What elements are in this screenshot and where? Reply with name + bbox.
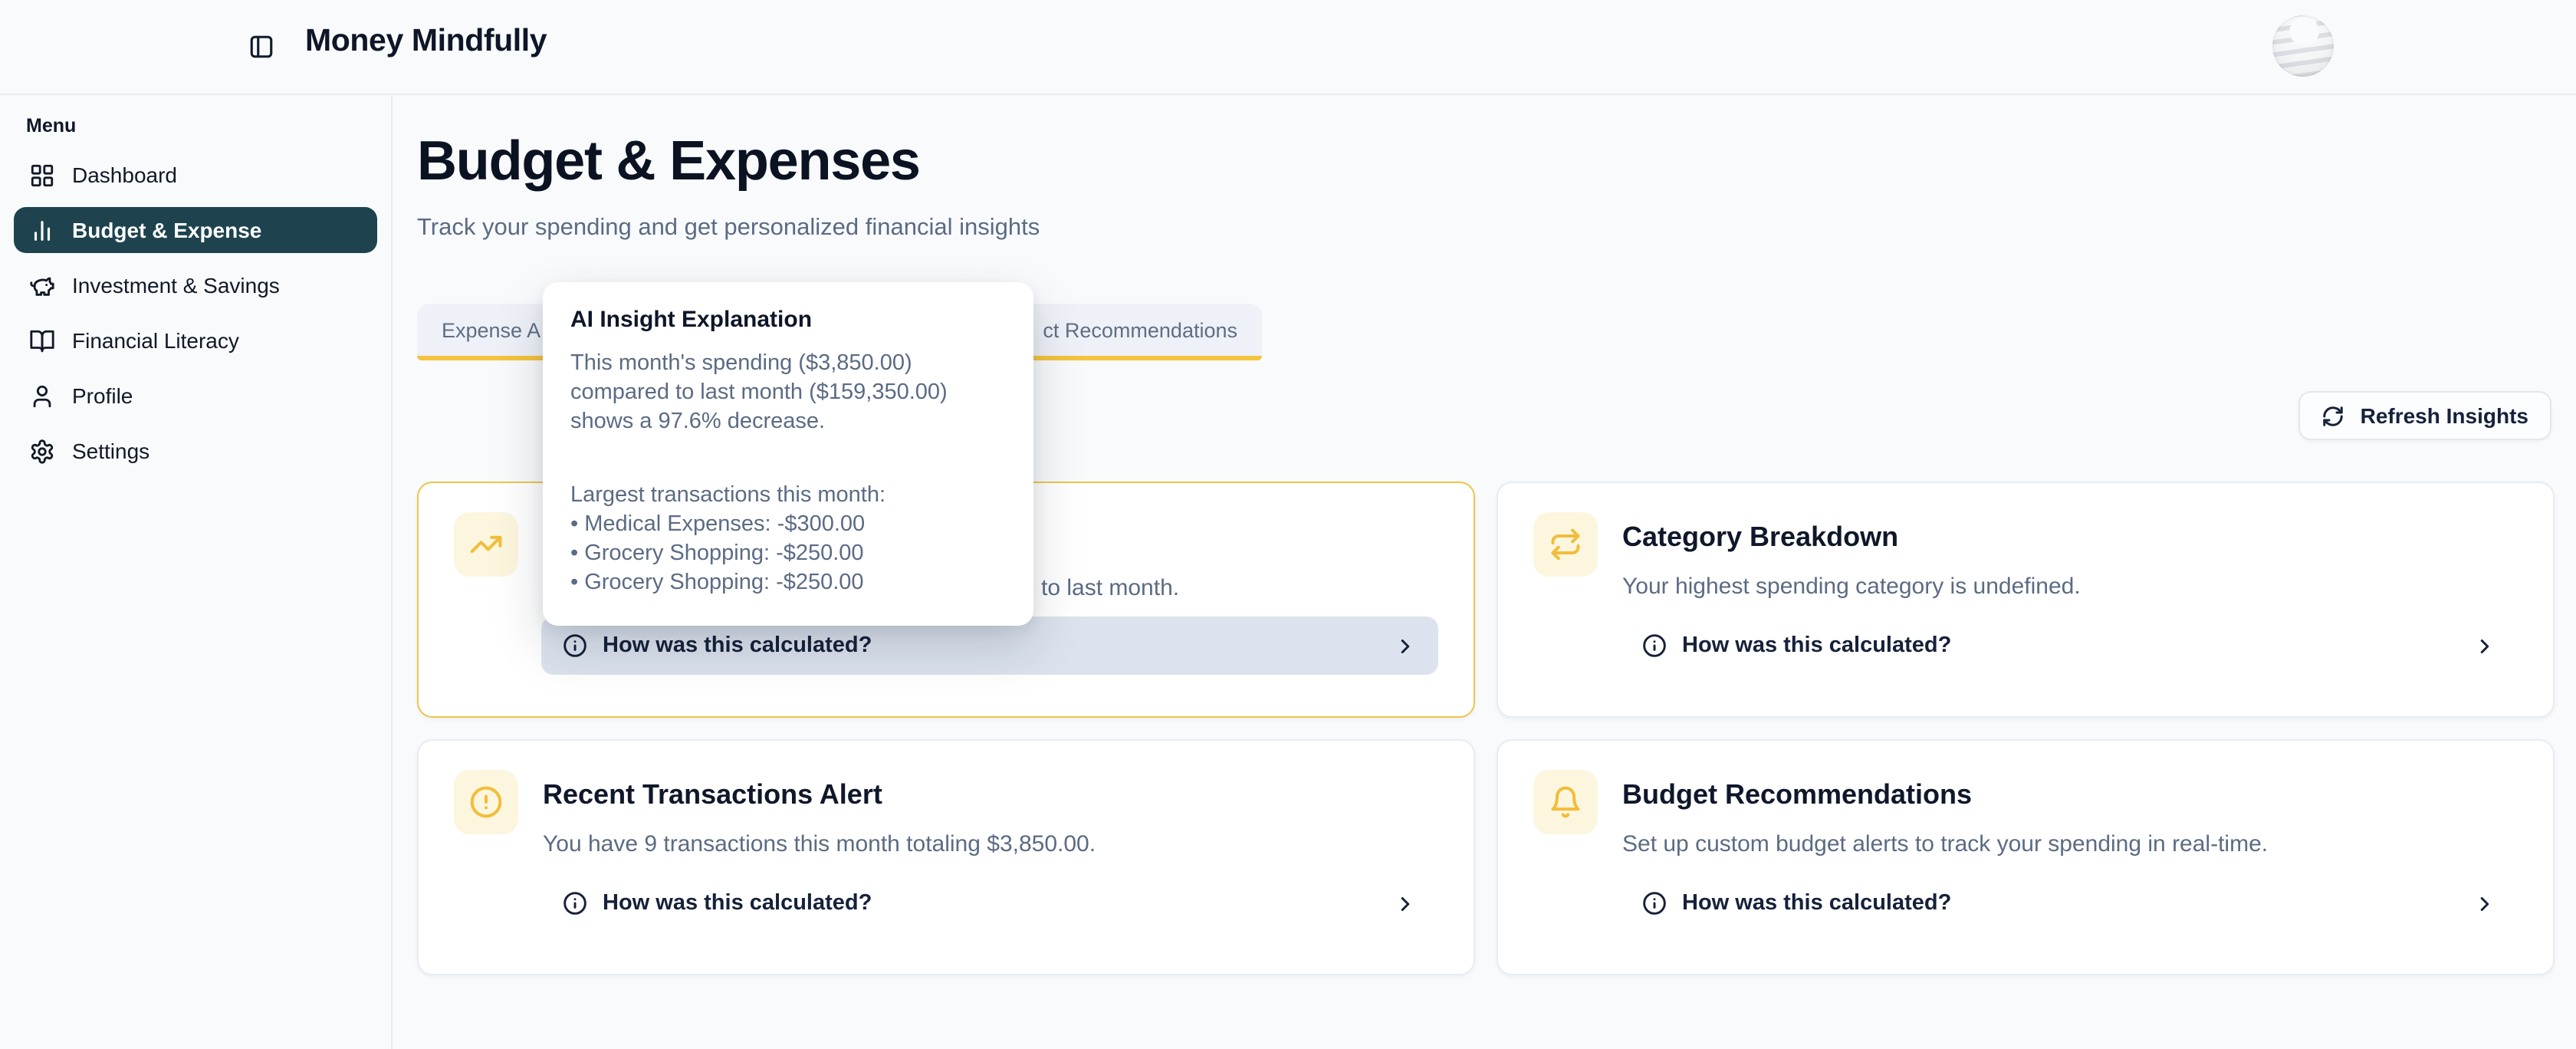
popover-list-item: • Grocery Shopping: -$250.00 (570, 569, 1006, 598)
tab-recommendations[interactable]: ct Recommendations (1043, 318, 1237, 341)
chevron-right-icon (1394, 634, 1417, 657)
ai-insight-popover: AI Insight Explanation This month's spen… (543, 282, 1033, 626)
sidebar-item-settings[interactable]: Settings (14, 428, 377, 474)
alert-circle-icon (454, 770, 518, 834)
piggy-bank-icon (29, 272, 55, 298)
how-calculated-link[interactable]: How was this calculated? (1621, 874, 2518, 932)
sidebar-item-label: Dashboard (72, 163, 177, 187)
chevron-right-icon (2473, 892, 2496, 915)
sidebar-item-budget-expense[interactable]: Budget & Expense (14, 207, 377, 253)
card-title: Budget Recommendations (1622, 779, 1972, 811)
popover-transactions: Largest transactions this month: • Medic… (570, 482, 1006, 598)
popover-list-item: • Medical Expenses: -$300.00 (570, 511, 1006, 540)
info-icon (1642, 891, 1667, 916)
card-title: Recent Transactions Alert (543, 779, 882, 811)
sidebar-item-label: Financial Literacy (72, 328, 239, 353)
sidebar-section-label: Menu (26, 115, 391, 136)
budget-recommendations-card: Budget Recommendations Set up custom bud… (1497, 739, 2555, 975)
popover-title: AI Insight Explanation (570, 307, 1006, 333)
trending-up-icon (454, 512, 518, 577)
app-title: Money Mindfully (305, 23, 547, 60)
main-content: Budget & Expenses Track your spending an… (391, 94, 2576, 1049)
tab-expense-analysis[interactable]: Expense A (442, 318, 540, 341)
sidebar-toggle-button[interactable] (242, 28, 279, 64)
sidebar-item-label: Profile (72, 383, 133, 408)
sidebar-item-financial-literacy[interactable]: Financial Literacy (14, 317, 377, 363)
gear-icon (29, 438, 55, 464)
sidebar-item-investment-savings[interactable]: Investment & Savings (14, 262, 377, 308)
refresh-icon (2322, 404, 2345, 427)
sidebar-item-label: Budget & Expense (72, 218, 261, 242)
sidebar-item-label: Investment & Savings (72, 273, 280, 298)
info-icon (563, 891, 587, 916)
chevron-right-icon (1394, 892, 1417, 915)
how-calculated-label: How was this calculated? (603, 891, 872, 916)
how-calculated-label: How was this calculated? (1682, 891, 1951, 916)
refresh-insights-button[interactable]: Refresh Insights (2299, 391, 2551, 440)
user-icon (29, 383, 55, 409)
refresh-insights-label: Refresh Insights (2361, 403, 2528, 428)
app-root: Money Mindfully Menu Dashboard Budget & … (0, 0, 2576, 1049)
chevron-right-icon (2473, 634, 2496, 657)
panel-left-icon (248, 33, 274, 59)
sidebar-nav: Dashboard Budget & Expense Investment & … (0, 152, 391, 474)
category-breakdown-card: Category Breakdown Your highest spending… (1497, 482, 2555, 718)
book-open-icon (29, 327, 55, 354)
popover-list-heading: Largest transactions this month: (570, 482, 1006, 511)
user-avatar[interactable] (2272, 15, 2334, 77)
popover-body: This month's spending ($3,850.00) compar… (570, 350, 1006, 437)
top-header: Money Mindfully (0, 0, 2576, 95)
card-subtitle: You have 9 transactions this month total… (543, 831, 1096, 857)
bar-chart-icon (29, 217, 55, 243)
sidebar: Menu Dashboard Budget & Expense Investme… (0, 94, 393, 1049)
card-subtitle-fragment: to last month. (1041, 575, 1179, 601)
page-title: Budget & Expenses (417, 127, 920, 195)
info-icon (1642, 633, 1667, 658)
sidebar-item-label: Settings (72, 439, 150, 463)
how-calculated-label: How was this calculated? (603, 633, 872, 658)
info-icon (563, 633, 587, 658)
page-subtitle: Track your spending and get personalized… (417, 215, 1040, 242)
card-title: Category Breakdown (1622, 521, 1898, 554)
card-subtitle: Your highest spending category is undefi… (1622, 574, 2081, 600)
how-calculated-link[interactable]: How was this calculated? (541, 874, 1438, 932)
sidebar-item-dashboard[interactable]: Dashboard (14, 152, 377, 198)
how-calculated-link[interactable]: How was this calculated? (1621, 617, 2518, 675)
how-calculated-label: How was this calculated? (1682, 633, 1951, 658)
card-subtitle: Set up custom budget alerts to track you… (1622, 831, 2268, 857)
recent-transactions-card: Recent Transactions Alert You have 9 tra… (417, 739, 1475, 975)
bell-icon (1533, 770, 1598, 834)
popover-list-item: • Grocery Shopping: -$250.00 (570, 540, 1006, 569)
layout-grid-icon (29, 162, 55, 188)
repeat-icon (1533, 512, 1598, 577)
sidebar-item-profile[interactable]: Profile (14, 373, 377, 419)
